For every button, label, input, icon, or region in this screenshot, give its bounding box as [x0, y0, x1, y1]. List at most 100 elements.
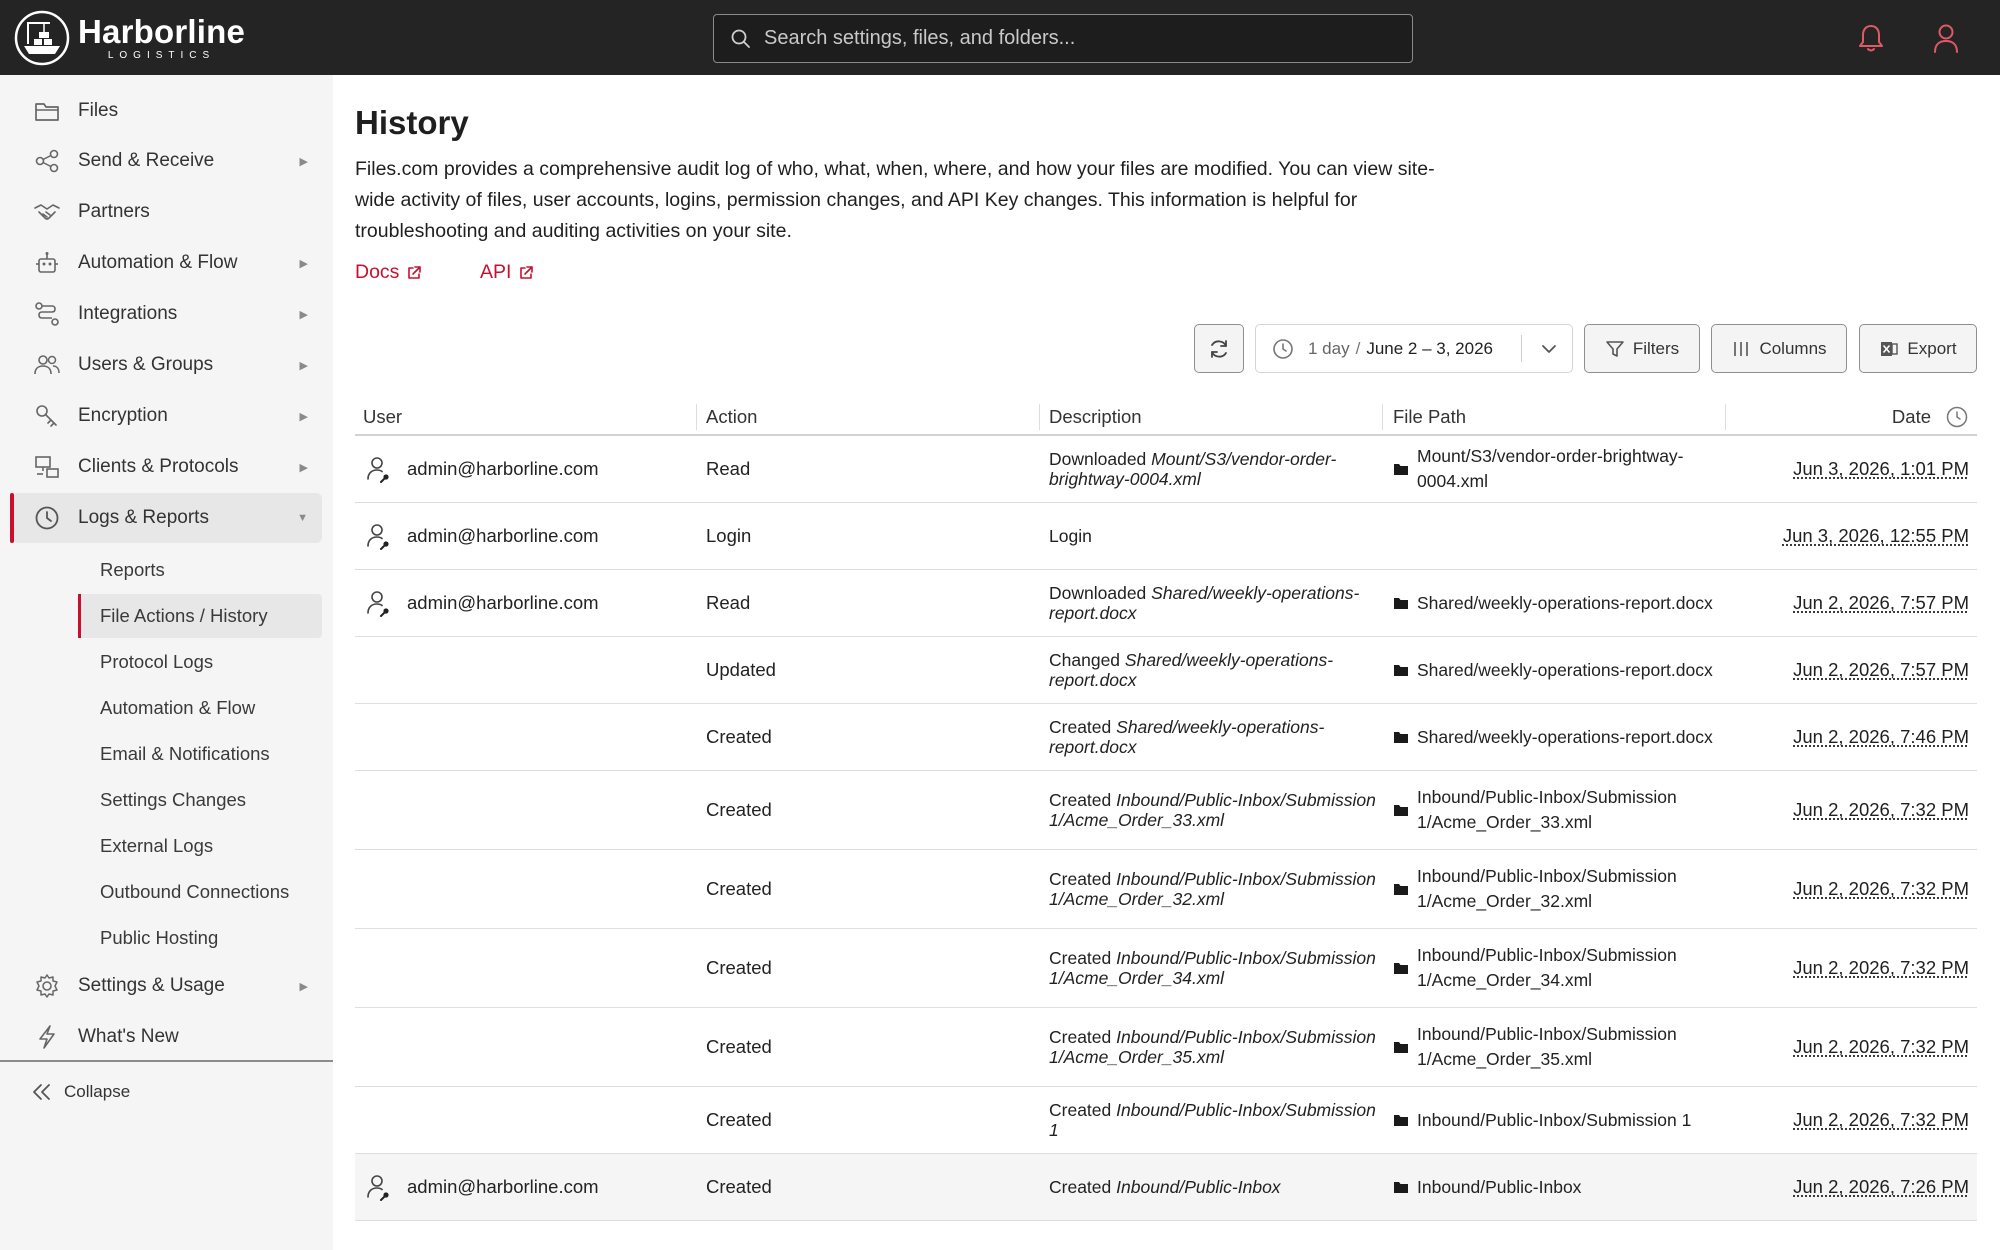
history-table: User Action Description File Path Date a…: [355, 396, 1977, 1221]
table-row[interactable]: admin@harborline.com Read Downloaded Mount…: [355, 436, 1977, 503]
api-link[interactable]: API: [480, 261, 534, 284]
sidebar-item-send-receive[interactable]: Send & Receive ▶: [12, 136, 322, 186]
file-path-link[interactable]: Inbound/Public-Inbox/Submission 1/Acme_O…: [1417, 864, 1713, 914]
filters-button[interactable]: Filters: [1584, 324, 1700, 373]
sidebar-item-encryption[interactable]: Encryption ▶: [12, 391, 322, 441]
refresh-icon: [1211, 339, 1227, 358]
sidebar-item-automation-flow[interactable]: Automation & Flow ▶: [12, 238, 322, 288]
date-value[interactable]: Jun 3, 2026, 12:55 PM: [1783, 525, 1969, 547]
clients-icon: [32, 452, 62, 482]
file-path-link[interactable]: Shared/weekly-operations-report.docx: [1417, 591, 1713, 616]
user-email[interactable]: admin@harborline.com: [407, 1176, 599, 1198]
date-value[interactable]: Jun 2, 2026, 7:26 PM: [1793, 1176, 1969, 1198]
column-header-date[interactable]: Date: [1892, 406, 1931, 428]
folder-icon: [32, 96, 62, 126]
file-path-link[interactable]: Inbound/Public-Inbox/Submission 1/Acme_O…: [1417, 785, 1713, 835]
date-value[interactable]: Jun 2, 2026, 7:32 PM: [1793, 1109, 1969, 1131]
user-email[interactable]: admin@harborline.com: [407, 592, 599, 614]
clock-icon[interactable]: [1945, 405, 1969, 429]
sidebar-item-label: Users & Groups: [78, 354, 214, 375]
date-value[interactable]: Jun 2, 2026, 7:32 PM: [1793, 957, 1969, 979]
sidebar-subitem-external-logs[interactable]: External Logs: [78, 824, 322, 868]
file-path-link[interactable]: Inbound/Public-Inbox: [1417, 1175, 1581, 1200]
date-value[interactable]: Jun 2, 2026, 7:32 PM: [1793, 878, 1969, 900]
docs-link[interactable]: Docs: [355, 261, 422, 284]
sidebar-subitem-reports[interactable]: Reports: [78, 548, 322, 592]
sidebar-item-users-groups[interactable]: Users & Groups ▶: [12, 340, 322, 390]
file-path-cell: Inbound/Public-Inbox/Submission 1/Acme_O…: [1393, 1008, 1713, 1086]
date-cell: Jun 3, 2026, 12:55 PM: [1783, 503, 1969, 569]
table-row[interactable]: Created Created Inbound/Public-Inbox/Subm…: [355, 850, 1977, 929]
sidebar-subitem-protocol-logs[interactable]: Protocol Logs: [78, 640, 322, 684]
file-path-link[interactable]: Inbound/Public-Inbox/Submission 1/Acme_O…: [1417, 943, 1713, 993]
sidebar-subitem-outbound-connections[interactable]: Outbound Connections: [78, 870, 322, 914]
date-value[interactable]: Jun 2, 2026, 7:57 PM: [1793, 592, 1969, 614]
sidebar-subitem-automation-flow[interactable]: Automation & Flow: [78, 686, 322, 730]
date-value[interactable]: Jun 2, 2026, 7:32 PM: [1793, 799, 1969, 821]
file-path-link[interactable]: Shared/weekly-operations-report.docx: [1417, 658, 1713, 683]
table-row[interactable]: admin@harborline.com Read Downloaded Share…: [355, 570, 1977, 637]
share-icon: [32, 146, 62, 176]
date-value[interactable]: Jun 3, 2026, 1:01 PM: [1793, 458, 1969, 480]
export-button[interactable]: Export: [1859, 324, 1977, 373]
action-cell: Login: [706, 525, 752, 546]
file-path-link[interactable]: Mount/S3/vendor-order-brightway-0004.xml: [1417, 444, 1713, 494]
sidebar-subitem-public-hosting[interactable]: Public Hosting: [78, 916, 322, 960]
sidebar-item-label: Settings & Usage: [78, 975, 225, 996]
sidebar-subitem-settings-changes[interactable]: Settings Changes: [78, 778, 322, 822]
table-row[interactable]: Created Created Inbound/Public-Inbox/Subm…: [355, 771, 1977, 850]
sidebar-item-clients-protocols[interactable]: Clients & Protocols ▶: [12, 442, 322, 492]
sidebar-item-whats-new[interactable]: What's New: [12, 1012, 322, 1062]
sidebar-item-settings-usage[interactable]: Settings & Usage ▶: [12, 961, 322, 1011]
refresh-button[interactable]: [1194, 324, 1244, 373]
column-header-description[interactable]: Description: [1049, 406, 1142, 428]
date-value[interactable]: Jun 2, 2026, 7:57 PM: [1793, 659, 1969, 681]
logo[interactable]: Harborline LOGISTICS: [14, 8, 264, 68]
sidebar-item-label: Integrations: [78, 303, 178, 324]
ship-logo-icon: [14, 10, 70, 66]
columns-button[interactable]: Columns: [1711, 324, 1847, 373]
description-cell: Created Inbound/Public-Inbox/Submission …: [1049, 1008, 1379, 1086]
table-row[interactable]: Created Created Inbound/Public-Inbox/Subm…: [355, 1087, 1977, 1154]
table-row[interactable]: admin@harborline.com Created Created Inbou…: [355, 1154, 1977, 1221]
column-header-action[interactable]: Action: [706, 406, 757, 428]
table-row[interactable]: admin@harborline.com Login Login Jun 3, 202…: [355, 503, 1977, 570]
folder-icon: [1394, 464, 1408, 475]
external-link-icon: [520, 265, 534, 279]
description-cell: Downloaded Shared/weekly-operations-repo…: [1049, 570, 1379, 636]
table-row[interactable]: Created Created Inbound/Public-Inbox/Subm…: [355, 1008, 1977, 1087]
page-title: History: [355, 104, 469, 141]
user-email[interactable]: admin@harborline.com: [407, 458, 599, 480]
sidebar-item-logs-reports[interactable]: Logs & Reports ▼: [10, 493, 322, 543]
date-value[interactable]: Jun 2, 2026, 7:46 PM: [1793, 726, 1969, 748]
file-path-link[interactable]: Shared/weekly-operations-report.docx: [1417, 725, 1713, 750]
table-row[interactable]: Created Created Shared/weekly-operations-…: [355, 704, 1977, 771]
sidebar-item-integrations[interactable]: Integrations ▶: [12, 289, 322, 339]
table-body: admin@harborline.com Read Downloaded Mount…: [355, 436, 1977, 1221]
date-range-picker[interactable]: 1 day / June 2 – 3, 2026: [1255, 324, 1573, 373]
sidebar-subitem-file-actions-history[interactable]: File Actions / History: [78, 594, 322, 638]
chevron-down-icon[interactable]: [1540, 340, 1558, 358]
notifications-button[interactable]: [1851, 18, 1891, 58]
column-header-file-path[interactable]: File Path: [1393, 406, 1466, 428]
user-menu-button[interactable]: [1926, 18, 1966, 58]
table-row[interactable]: Updated Changed Shared/weekly-operations-…: [355, 637, 1977, 704]
range-dates: June 2 – 3, 2026: [1366, 338, 1493, 358]
sidebar-item-partners[interactable]: Partners: [12, 187, 322, 237]
file-path-link[interactable]: Inbound/Public-Inbox/Submission 1: [1417, 1108, 1691, 1133]
file-path-link[interactable]: Inbound/Public-Inbox/Submission 1/Acme_O…: [1417, 1022, 1713, 1072]
search-input[interactable]: [764, 27, 1384, 50]
sidebar-item-files[interactable]: Files: [12, 86, 322, 136]
table-header: User Action Description File Path Date: [355, 396, 1977, 436]
folder-icon: [1394, 963, 1408, 974]
date-value[interactable]: Jun 2, 2026, 7:32 PM: [1793, 1036, 1969, 1058]
collapse-button[interactable]: Collapse: [32, 1082, 130, 1102]
user-email[interactable]: admin@harborline.com: [407, 525, 599, 547]
column-header-user[interactable]: User: [363, 406, 402, 428]
table-row[interactable]: Created Created Inbound/Public-Inbox/Subm…: [355, 929, 1977, 1008]
sidebar-subitem-email-notifications[interactable]: Email & Notifications: [78, 732, 322, 776]
action-cell: Created: [706, 726, 772, 747]
search-box[interactable]: [713, 14, 1413, 63]
description-object: Inbound/Public-Inbox: [1116, 1177, 1281, 1197]
file-path-cell: Shared/weekly-operations-report.docx: [1393, 704, 1713, 770]
